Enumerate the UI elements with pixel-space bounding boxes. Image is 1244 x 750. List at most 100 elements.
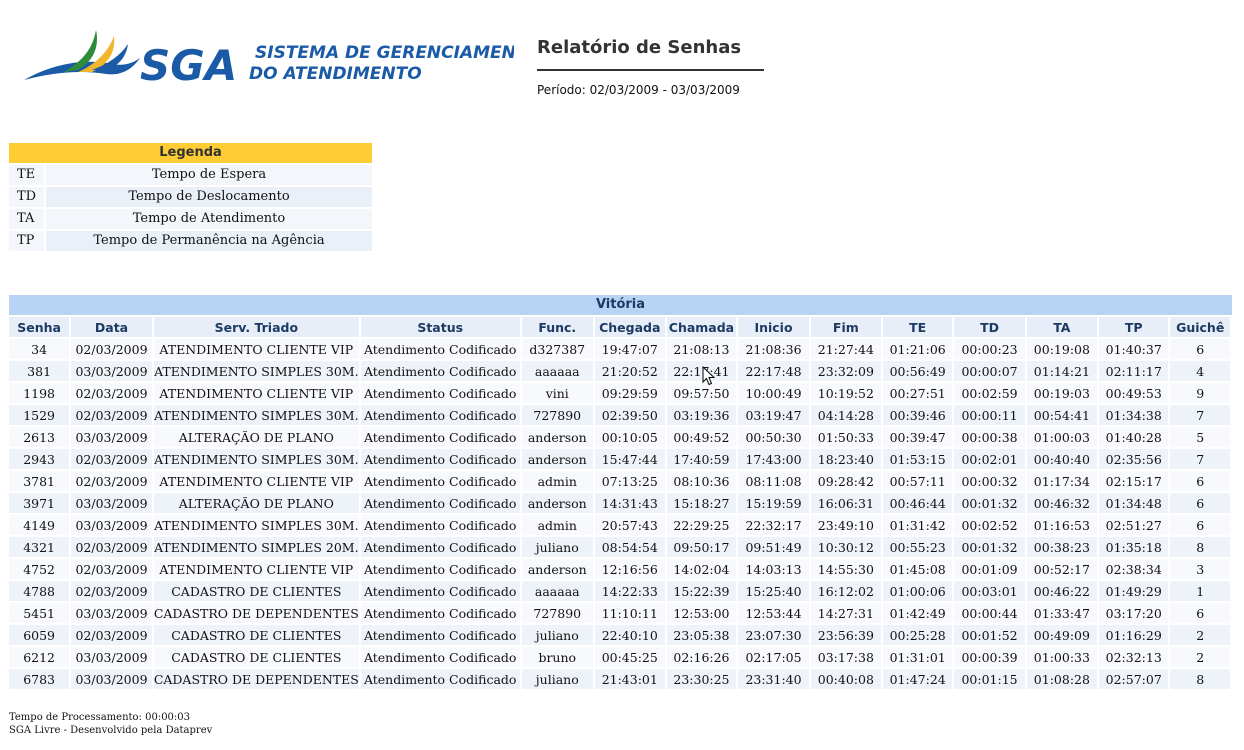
table-cell: Atendimento Codificado [360, 493, 520, 513]
table-cell: 12:16:56 [594, 559, 665, 579]
table-cell: 02:17:05 [738, 647, 809, 667]
table-cell: 14:55:30 [810, 559, 881, 579]
table-cell: ATENDIMENTO SIMPLES 30M. [153, 449, 359, 469]
legend-row: TE Tempo de Espera [9, 165, 372, 185]
table-cell: ATENDIMENTO SIMPLES 30M. [153, 361, 359, 381]
table-cell: Atendimento Codificado [360, 625, 520, 645]
table-cell: 12:53:44 [738, 603, 809, 623]
table-cell: 00:55:23 [883, 537, 953, 557]
table-cell: 4752 [9, 559, 70, 579]
column-header: TD [954, 317, 1025, 337]
table-cell: 6783 [9, 669, 70, 689]
table-cell: 01:31:42 [883, 515, 953, 535]
table-cell: 15:47:44 [594, 449, 665, 469]
table-cell: 01:47:24 [883, 669, 953, 689]
table-cell: 03/03/2009 [71, 493, 152, 513]
table-cell: 02/03/2009 [71, 581, 152, 601]
sga-logo: SGA SISTEMA DE GERENCIAMENTO DO ATENDIME… [22, 26, 542, 90]
table-cell: 23:07:30 [738, 625, 809, 645]
logo-subtitle-line2: DO ATENDIMENTO [249, 64, 422, 84]
table-cell: aaaaaa [521, 581, 593, 601]
table-cell: 02/03/2009 [71, 625, 152, 645]
table-cell: 00:10:05 [594, 427, 665, 447]
report-grid: Senha Data Serv. Triado Status Func. Chegada C… [7, 315, 1232, 691]
table-cell: 00:39:46 [883, 405, 953, 425]
table-cell: 07:13:25 [594, 471, 665, 491]
column-header: Func. [521, 317, 593, 337]
table-cell: 01:00:33 [1026, 647, 1098, 667]
table-cell: 727890 [521, 603, 593, 623]
table-cell: CADASTRO DE DEPENDENTES [153, 603, 359, 623]
table-cell: admin [521, 515, 593, 535]
table-cell: 10:00:49 [738, 383, 809, 403]
table-cell: 17:43:00 [738, 449, 809, 469]
table-cell: Atendimento Codificado [360, 361, 520, 381]
table-cell: 00:25:28 [883, 625, 953, 645]
table-cell: 9 [1170, 383, 1230, 403]
table-cell: anderson [521, 493, 593, 513]
table-cell: 09:57:50 [666, 383, 737, 403]
table-cell: 34 [9, 339, 70, 359]
column-header: Fim [810, 317, 881, 337]
table-cell: 00:45:25 [594, 647, 665, 667]
table-cell: 00:00:23 [954, 339, 1025, 359]
table-cell: Atendimento Codificado [360, 405, 520, 425]
table-cell: juliano [521, 669, 593, 689]
table-cell: 00:00:38 [954, 427, 1025, 447]
table-cell: 00:02:01 [954, 449, 1025, 469]
legend-abbr: TP [9, 231, 44, 251]
table-cell: 02/03/2009 [71, 471, 152, 491]
table-cell: 21:43:01 [594, 669, 665, 689]
table-cell: ATENDIMENTO CLIENTE VIP [153, 471, 359, 491]
legend-abbr: TA [9, 209, 44, 229]
table-cell: juliano [521, 625, 593, 645]
table-cell: 14:02:04 [666, 559, 737, 579]
table-cell: 00:57:11 [883, 471, 953, 491]
table-cell: aaaaaa [521, 361, 593, 381]
table-cell: 00:00:32 [954, 471, 1025, 491]
table-cell: 18:23:40 [810, 449, 881, 469]
table-cell: 8 [1170, 537, 1230, 557]
table-cell: 02:39:50 [594, 405, 665, 425]
table-cell: 00:01:15 [954, 669, 1025, 689]
table-cell: 6 [1170, 339, 1230, 359]
table-cell: Atendimento Codificado [360, 647, 520, 667]
column-header: Chegada [594, 317, 665, 337]
column-header: Data [71, 317, 152, 337]
table-cell: 03:19:47 [738, 405, 809, 425]
table-cell: 3 [1170, 559, 1230, 579]
table-cell: 23:49:10 [810, 515, 881, 535]
legend-abbr: TE [9, 165, 44, 185]
table-cell: 16:06:31 [810, 493, 881, 513]
table-cell: 00:46:44 [883, 493, 953, 513]
legend-description: Tempo de Deslocamento [46, 187, 372, 207]
table-cell: 02:38:34 [1099, 559, 1169, 579]
table-cell: 02:15:17 [1099, 471, 1169, 491]
table-cell: 00:46:22 [1026, 581, 1098, 601]
table-cell: 15:25:40 [738, 581, 809, 601]
table-cell: 02:51:27 [1099, 515, 1169, 535]
table-cell: 2943 [9, 449, 70, 469]
report-title: Relatório de Senhas [537, 37, 742, 58]
table-cell: CADASTRO DE DEPENDENTES [153, 669, 359, 689]
table-cell: 02:32:13 [1099, 647, 1169, 667]
table-cell: Atendimento Codificado [360, 559, 520, 579]
passwords-report-table: Vitória Senha Data Serv. Triado Status Func.… [9, 295, 1232, 691]
table-cell: 01:40:37 [1099, 339, 1169, 359]
table-cell: 15:18:27 [666, 493, 737, 513]
table-cell: 03:17:38 [810, 647, 881, 667]
table-cell: vini [521, 383, 593, 403]
table-cell: Atendimento Codificado [360, 603, 520, 623]
table-cell: admin [521, 471, 593, 491]
table-cell: Atendimento Codificado [360, 383, 520, 403]
table-cell: 14:03:13 [738, 559, 809, 579]
table-cell: 02/03/2009 [71, 559, 152, 579]
table-cell: 23:30:25 [666, 669, 737, 689]
table-cell: Atendimento Codificado [360, 471, 520, 491]
table-cell: 14:31:43 [594, 493, 665, 513]
table-cell: 7 [1170, 449, 1230, 469]
table-cell: juliano [521, 537, 593, 557]
table-cell: 00:49:09 [1026, 625, 1098, 645]
table-cell: d327387 [521, 339, 593, 359]
column-header: TA [1026, 317, 1098, 337]
